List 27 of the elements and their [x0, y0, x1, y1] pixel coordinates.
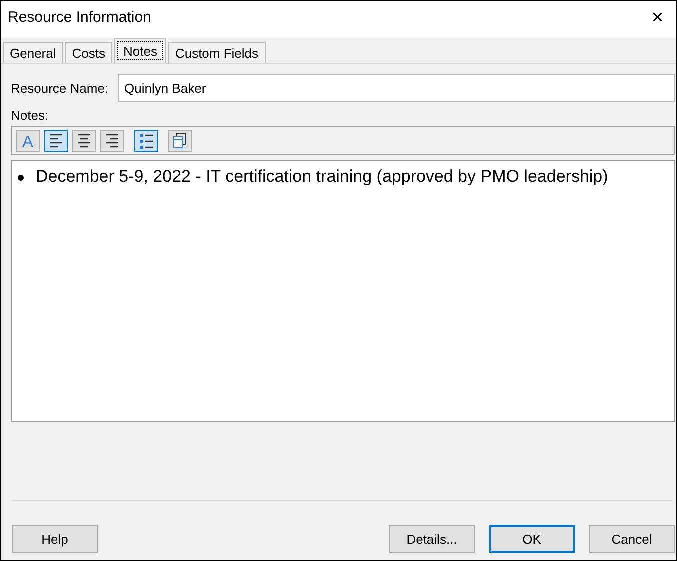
- tab[interactable]: Notes: [114, 38, 166, 63]
- notes-editor[interactable]: December 5-9, 2022 - IT certification training (approved by PMO leadership): [11, 160, 675, 422]
- dialog-button[interactable]: Cancel: [589, 525, 675, 553]
- dialog-button[interactable]: Details...: [389, 525, 475, 553]
- align-center-icon: [76, 132, 92, 150]
- align-right-icon: [104, 132, 120, 150]
- resource-name-label: Resource Name:: [11, 80, 109, 96]
- insert-object-icon: [172, 132, 188, 150]
- window-title: Resource Information: [8, 9, 152, 26]
- align-center-button[interactable]: [72, 130, 96, 152]
- align-right-button[interactable]: [100, 130, 124, 152]
- tab[interactable]: General: [3, 42, 64, 63]
- align-left-button[interactable]: [44, 130, 68, 152]
- notes-label: Notes:: [11, 108, 50, 123]
- tab[interactable]: Costs: [65, 42, 112, 63]
- dialog-button[interactable]: OK: [489, 525, 575, 553]
- resource-name-field[interactable]: Quinlyn Baker: [118, 74, 675, 102]
- note-text: December 5-9, 2022 - IT certification training (approved by PMO leadership): [36, 167, 608, 187]
- dialog-button[interactable]: Help: [12, 525, 98, 553]
- insert-object-button[interactable]: [168, 130, 192, 152]
- bullet-list-button[interactable]: [134, 130, 158, 152]
- tab[interactable]: Custom Fields: [168, 42, 266, 63]
- close-button[interactable]: ✕: [647, 8, 668, 28]
- font-icon: A: [20, 132, 36, 150]
- bullet-icon: [18, 175, 24, 181]
- align-left-icon: [48, 132, 64, 150]
- bullet-list-icon: [138, 132, 154, 150]
